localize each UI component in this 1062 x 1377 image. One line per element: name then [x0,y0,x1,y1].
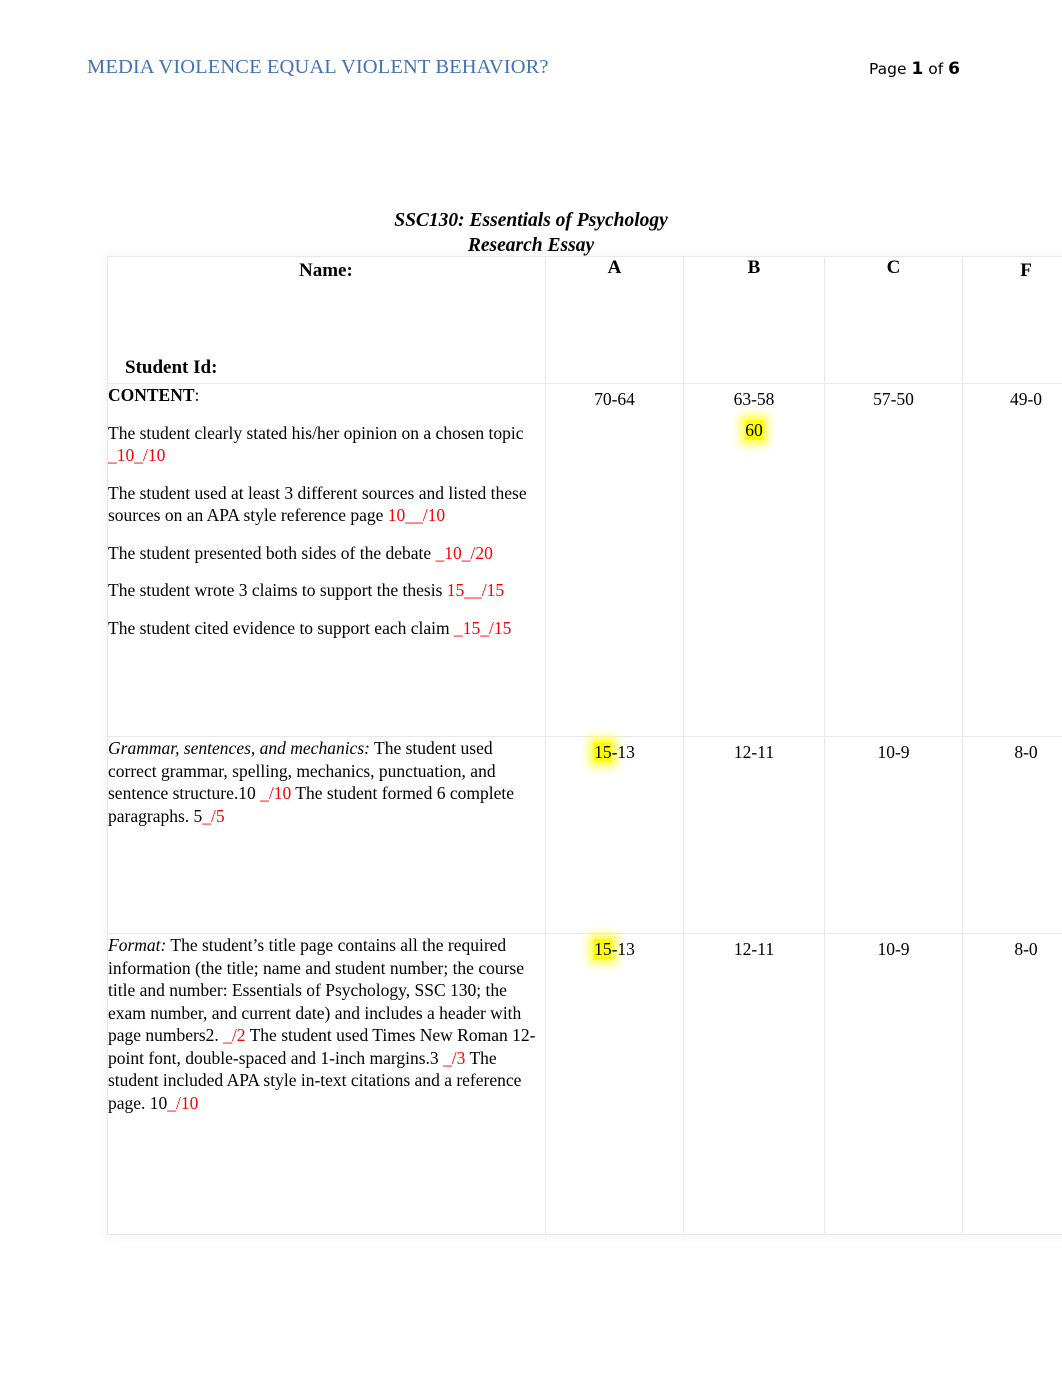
document-title-line2: Research Essay [467,235,595,256]
content-grade-b-awarded: 60 [745,420,763,440]
grade-column-header-c: C [824,256,963,384]
current-page-number: 1 [911,59,924,79]
criterion-text: The student presented both sides of the … [108,542,436,563]
criterion-item: The student presented both sides of the … [108,542,545,565]
table-row: Grammar, sentences, and mechanics: The s… [107,736,1062,934]
content-grade-b-awarded-wrap: 60 [684,415,824,446]
running-header-title: MEDIA VIOLENCE EQUAL VIOLENT BEHAVIOR? [87,56,549,78]
criterion-score: _10_/10 [108,445,166,465]
criterion-text: The student used at least 3 different so… [108,482,527,526]
content-grade-b-cell: 63-58 60 [683,383,825,737]
content-heading-suffix: : [194,385,200,405]
format-grade-b: 12-11 [683,933,825,1235]
criterion-item: The student wrote 3 claims to support th… [108,579,545,602]
content-grade-b-range: 63-58 [733,389,775,409]
grammar-grade-a-highlighted: 15 [594,742,612,762]
criterion-item: The student used at least 3 different so… [108,482,545,527]
student-info-cell: Name: Student Id: [107,256,546,384]
document-title-line1: SSC130: Essentials of Psychology [394,210,668,231]
rubric-table: Name: Student Id: A B C F CONTENT: The s… [107,256,1062,1235]
content-heading: CONTENT: [108,384,545,407]
content-grade-a: 70-64 [545,383,684,737]
criterion-text: The student cited evidence to support ea… [108,617,454,638]
criterion-score: _10_/20 [435,542,493,563]
document-title: SSC130: Essentials of Psychology Researc… [0,208,1062,258]
criterion-score: 10__/10 [387,505,446,525]
grammar-grade-f: 8-0 [962,736,1062,934]
grade-column-header-f: F [962,256,1062,384]
grade-column-header-b: B [683,256,825,384]
content-criteria-cell: CONTENT: The student clearly stated his/… [107,383,546,737]
criterion-score: _15_/15 [453,617,512,638]
total-page-number: 6 [948,59,960,79]
criterion-text: The student wrote 3 claims to support th… [108,580,447,600]
format-score-3: _/10 [167,1092,199,1113]
format-label: Format: [108,935,167,955]
grammar-label: Grammar, sentences, and mechanics: [108,738,370,758]
grammar-grade-a-rest: -13 [611,742,635,762]
criterion-item: The student cited evidence to support ea… [108,617,545,640]
criterion-item: The student clearly stated his/her opini… [108,422,545,467]
grammar-grade-c: 10-9 [824,736,963,934]
grammar-grade-b: 12-11 [683,736,825,934]
student-id-label: Student Id: [125,357,218,378]
format-grade-a-highlighted: 15 [594,939,612,959]
content-grade-c: 57-50 [824,383,963,737]
table-header-row: Name: Student Id: A B C F [107,256,1062,384]
of-word: of [928,60,944,78]
page-number-indicator: Page 1 of 6 [869,59,960,79]
table-row: Format: The student’s title page contain… [107,933,1062,1235]
content-grade-f: 49-0 [962,383,1062,737]
grade-column-header-a: A [545,256,684,384]
content-heading-text: CONTENT [108,385,195,405]
grammar-score-2: _/5 [202,805,225,826]
table-row: CONTENT: The student clearly stated his/… [107,383,1062,737]
criterion-text: The student clearly stated his/her opini… [108,422,524,443]
grammar-grade-a-cell: 15-13 [545,736,684,934]
format-score-2: _/3 [443,1047,466,1068]
format-grade-a-cell: 15-13 [545,933,684,1235]
format-criterion: Format: The student’s title page contain… [108,934,545,1114]
format-score-1: _/2 [223,1025,246,1045]
grammar-criterion: Grammar, sentences, and mechanics: The s… [108,737,545,827]
grammar-criteria-cell: Grammar, sentences, and mechanics: The s… [107,736,546,934]
grammar-score-1: _/10 [260,783,292,803]
format-grade-c: 10-9 [824,933,963,1235]
format-criteria-cell: Format: The student’s title page contain… [107,933,546,1235]
page-word: Page [869,60,907,78]
format-grade-a-rest: -13 [611,939,635,959]
name-label: Name: [299,260,353,281]
format-grade-f: 8-0 [962,933,1062,1235]
criterion-score: 15__/15 [446,580,505,600]
page-running-header: MEDIA VIOLENCE EQUAL VIOLENT BEHAVIOR? P… [87,56,962,86]
